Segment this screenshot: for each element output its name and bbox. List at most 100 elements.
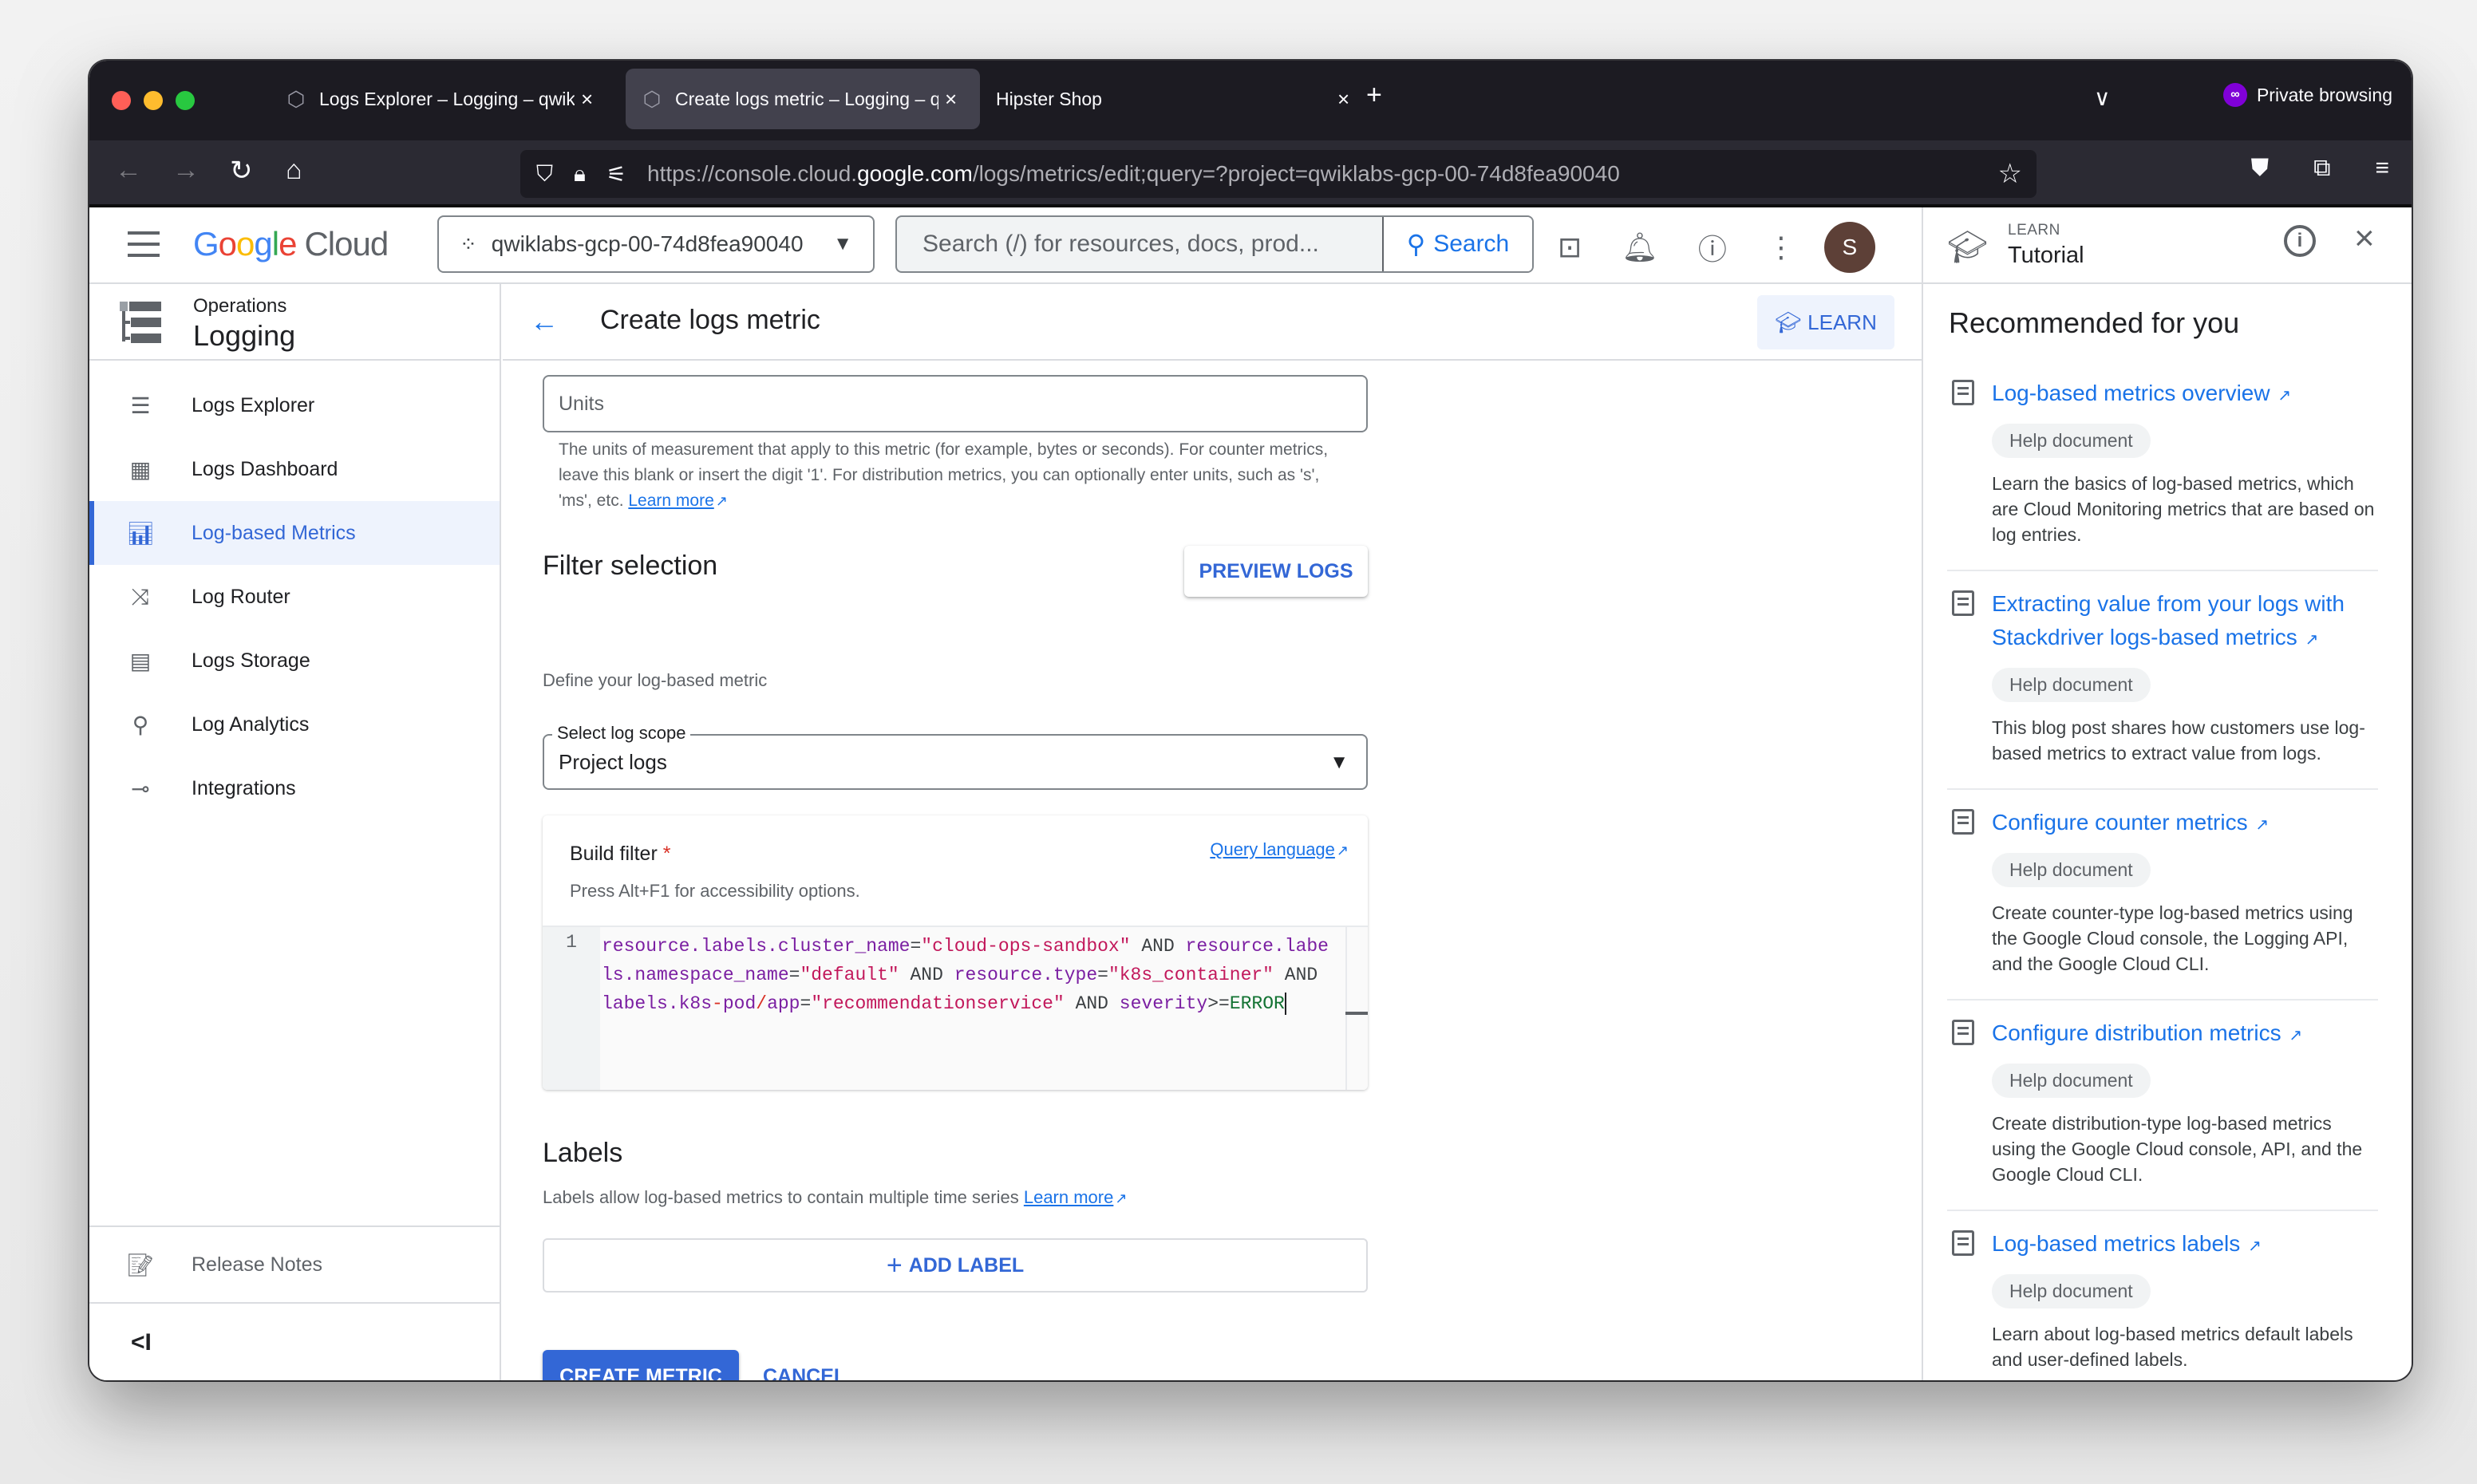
account-avatar[interactable]: S — [1823, 222, 1875, 273]
add-label-button[interactable]: + ADD LABEL — [543, 1238, 1368, 1293]
maximize-window-button[interactable] — [176, 91, 195, 110]
page-header: ← Create logs metric 🎓︎ LEARN — [503, 284, 1922, 361]
tutorial-panel-header: 🎓︎ LEARN Tutorial i × — [1923, 207, 2412, 284]
tab-create-logs-metric[interactable]: ⬡ Create logs metric – Logging – qwiklab… — [626, 69, 980, 129]
extensions-icon[interactable]: ⧉ — [2313, 155, 2330, 182]
browser-window: ⬡ Logs Explorer – Logging – qwiklabs × ⬡… — [89, 61, 2412, 1380]
close-window-button[interactable] — [112, 91, 131, 110]
line-number: 1 — [543, 927, 600, 1090]
tab-strip: ⬡ Logs Explorer – Logging – qwiklabs × ⬡… — [89, 61, 2412, 140]
query-token: AND — [1130, 936, 1186, 957]
preview-logs-button[interactable]: PREVIEW LOGS — [1184, 546, 1368, 597]
query-token: - — [712, 993, 723, 1014]
collapse-sidebar-button[interactable]: <I — [131, 1329, 152, 1356]
reload-button[interactable]: ↻ — [230, 155, 253, 187]
search-list-icon: ⚲ — [132, 712, 149, 737]
doc-link[interactable]: Log-based metrics overview ↗ — [1992, 377, 2378, 412]
info-icon[interactable]: i — [2284, 225, 2316, 257]
address-bar[interactable]: ⛉ 🔒︎ ⚟ https://console.cloud.google.com/… — [520, 150, 2037, 198]
help-icon[interactable]: ⓘ — [1698, 227, 1727, 268]
tracking-shield-icon[interactable]: ⛉ — [536, 161, 553, 187]
close-tab-icon[interactable]: × — [945, 87, 957, 112]
sidebar-item-logs-explorer[interactable]: ☰ Logs Explorer — [89, 373, 500, 437]
log-scope-select[interactable]: Select log scope Project logs ▼ — [543, 723, 1368, 790]
sidebar-item-log-router[interactable]: ⤨ Log Router — [89, 565, 500, 629]
main-menu-button[interactable] — [128, 231, 160, 257]
doc-description: This blog post shares how customers use … — [1992, 717, 2365, 764]
query-token: app — [767, 993, 800, 1014]
plus-icon: + — [886, 1249, 903, 1281]
tutorial-panel: 🎓︎ LEARN Tutorial i × Recommended for yo… — [1922, 207, 2412, 1380]
query-token: "k8s_container" — [1108, 965, 1274, 985]
forward-button[interactable]: → — [172, 155, 200, 186]
url-text[interactable]: https://console.cloud.google.com/logs/me… — [647, 161, 1620, 187]
tab-hipster-shop[interactable]: Hipster Shop × — [980, 69, 1411, 129]
build-filter-label: Build filter * — [570, 843, 671, 865]
google-cloud-logo[interactable]: Google Cloud — [193, 225, 389, 263]
close-tab-icon[interactable]: × — [1337, 87, 1349, 112]
units-learn-more-link[interactable]: Learn more — [628, 491, 713, 510]
private-browsing-label: Private browsing — [2256, 84, 2392, 105]
text-cursor — [1284, 992, 1286, 1015]
query-token: = — [788, 965, 800, 985]
back-arrow-icon[interactable]: ← — [530, 305, 559, 338]
integrations-icon: ⊸ — [131, 776, 150, 801]
tab-title: Logs Explorer – Logging – qwiklabs — [319, 88, 575, 109]
doc-type-chip: Help document — [1992, 668, 2151, 702]
sidebar-nav: ☰ Logs Explorer ▦ Logs Dashboard 📊︎ Log-bas… — [89, 361, 500, 820]
tutorial-eyebrow: LEARN — [2008, 222, 2060, 239]
notifications-bell-icon[interactable]: 🔔︎ — [1622, 231, 1658, 264]
sidebar-item-integrations[interactable]: ⊸ Integrations — [89, 756, 500, 820]
tab-list-button[interactable]: ∨ — [2094, 85, 2111, 111]
project-picker[interactable]: ⁘ qwiklabs-gcp-00-74d8fea90040 ▼ — [437, 215, 875, 273]
document-icon — [1952, 809, 1974, 835]
doc-link[interactable]: Extracting value from your logs with Sta… — [1992, 587, 2378, 657]
close-panel-icon[interactable]: × — [2354, 219, 2375, 259]
sidebar-item-logs-storage[interactable]: ▤ Logs Storage — [89, 629, 500, 693]
minimize-window-button[interactable] — [144, 91, 163, 110]
query-text[interactable]: resource.labels.cluster_name="cloud-ops-… — [602, 932, 1336, 1018]
labels-learn-more-link[interactable]: Learn more — [1024, 1187, 1114, 1207]
lock-icon[interactable]: 🔒︎ — [574, 161, 586, 187]
home-button[interactable]: ⌂ — [286, 155, 302, 186]
sidebar-item-log-analytics[interactable]: ⚲ Log Analytics — [89, 693, 500, 756]
tab-title: Hipster Shop — [996, 88, 1102, 109]
project-icon: ⁘ — [460, 231, 477, 256]
query-token: AND — [1274, 965, 1329, 985]
tab-logs-explorer[interactable]: ⬡ Logs Explorer – Logging – qwiklabs × — [270, 69, 609, 129]
query-editor[interactable]: 1 resource.labels.cluster_name="cloud-op… — [543, 926, 1368, 1090]
doc-link[interactable]: Configure counter metrics ↗ — [1992, 806, 2378, 842]
external-link-icon: ↗ — [1336, 843, 1349, 858]
navigation-bar: ← → ↻ ⌂ ⛉ 🔒︎ ⚟ https://console.cloud.goo… — [89, 140, 2412, 207]
close-tab-icon[interactable]: × — [581, 87, 593, 112]
bookmark-star-icon[interactable]: ☆ — [1998, 158, 2022, 190]
cloud-shell-icon[interactable]: ⊡ — [1558, 231, 1582, 264]
doc-link[interactable]: Log-based metrics labels ↗ — [1992, 1227, 2378, 1263]
site-permissions-icon[interactable]: ⚟ — [606, 161, 626, 187]
console-header: Google Cloud ⁘ qwiklabs-gcp-00-74d8fea900… — [89, 207, 1922, 284]
search-button[interactable]: ⚲ Search — [1382, 217, 1532, 271]
query-token: pod — [722, 993, 757, 1014]
cancel-button[interactable]: CANCEL — [763, 1350, 846, 1381]
query-language-link[interactable]: Query language ↗ — [1210, 839, 1349, 860]
toolbar-actions: ⛊ ⧉ ≡ — [2251, 155, 2389, 182]
window-controls — [112, 91, 195, 110]
release-notes-link[interactable]: 📝︎ Release Notes — [89, 1225, 500, 1304]
create-metric-button[interactable]: CREATE METRIC — [543, 1350, 739, 1380]
new-tab-button[interactable]: + — [1366, 80, 1382, 111]
pocket-icon[interactable]: ⛊ — [2251, 155, 2270, 182]
units-input[interactable]: Units — [543, 375, 1368, 432]
search-input[interactable]: Search (/) for resources, docs, prod... — [897, 217, 1382, 271]
app-menu-icon[interactable]: ≡ — [2375, 155, 2389, 182]
search-box[interactable]: Search (/) for resources, docs, prod... … — [895, 215, 1534, 273]
list-icon: ☰ — [130, 393, 151, 418]
query-token: "recommendationservice" — [811, 993, 1065, 1014]
back-button[interactable]: ← — [115, 155, 142, 186]
sidebar-item-log-based-metrics[interactable]: 📊︎ Log-based Metrics — [89, 501, 500, 565]
doc-link[interactable]: Configure distribution metrics ↗ — [1992, 1016, 2378, 1052]
editor-scrollbar[interactable] — [1345, 927, 1368, 1090]
sidebar-item-logs-dashboard[interactable]: ▦ Logs Dashboard — [89, 437, 500, 501]
learn-button[interactable]: 🎓︎ LEARN — [1757, 295, 1894, 349]
more-options-icon[interactable]: ⋮ — [1767, 231, 1796, 264]
units-help-text: The units of measurement that apply to t… — [559, 440, 1329, 510]
